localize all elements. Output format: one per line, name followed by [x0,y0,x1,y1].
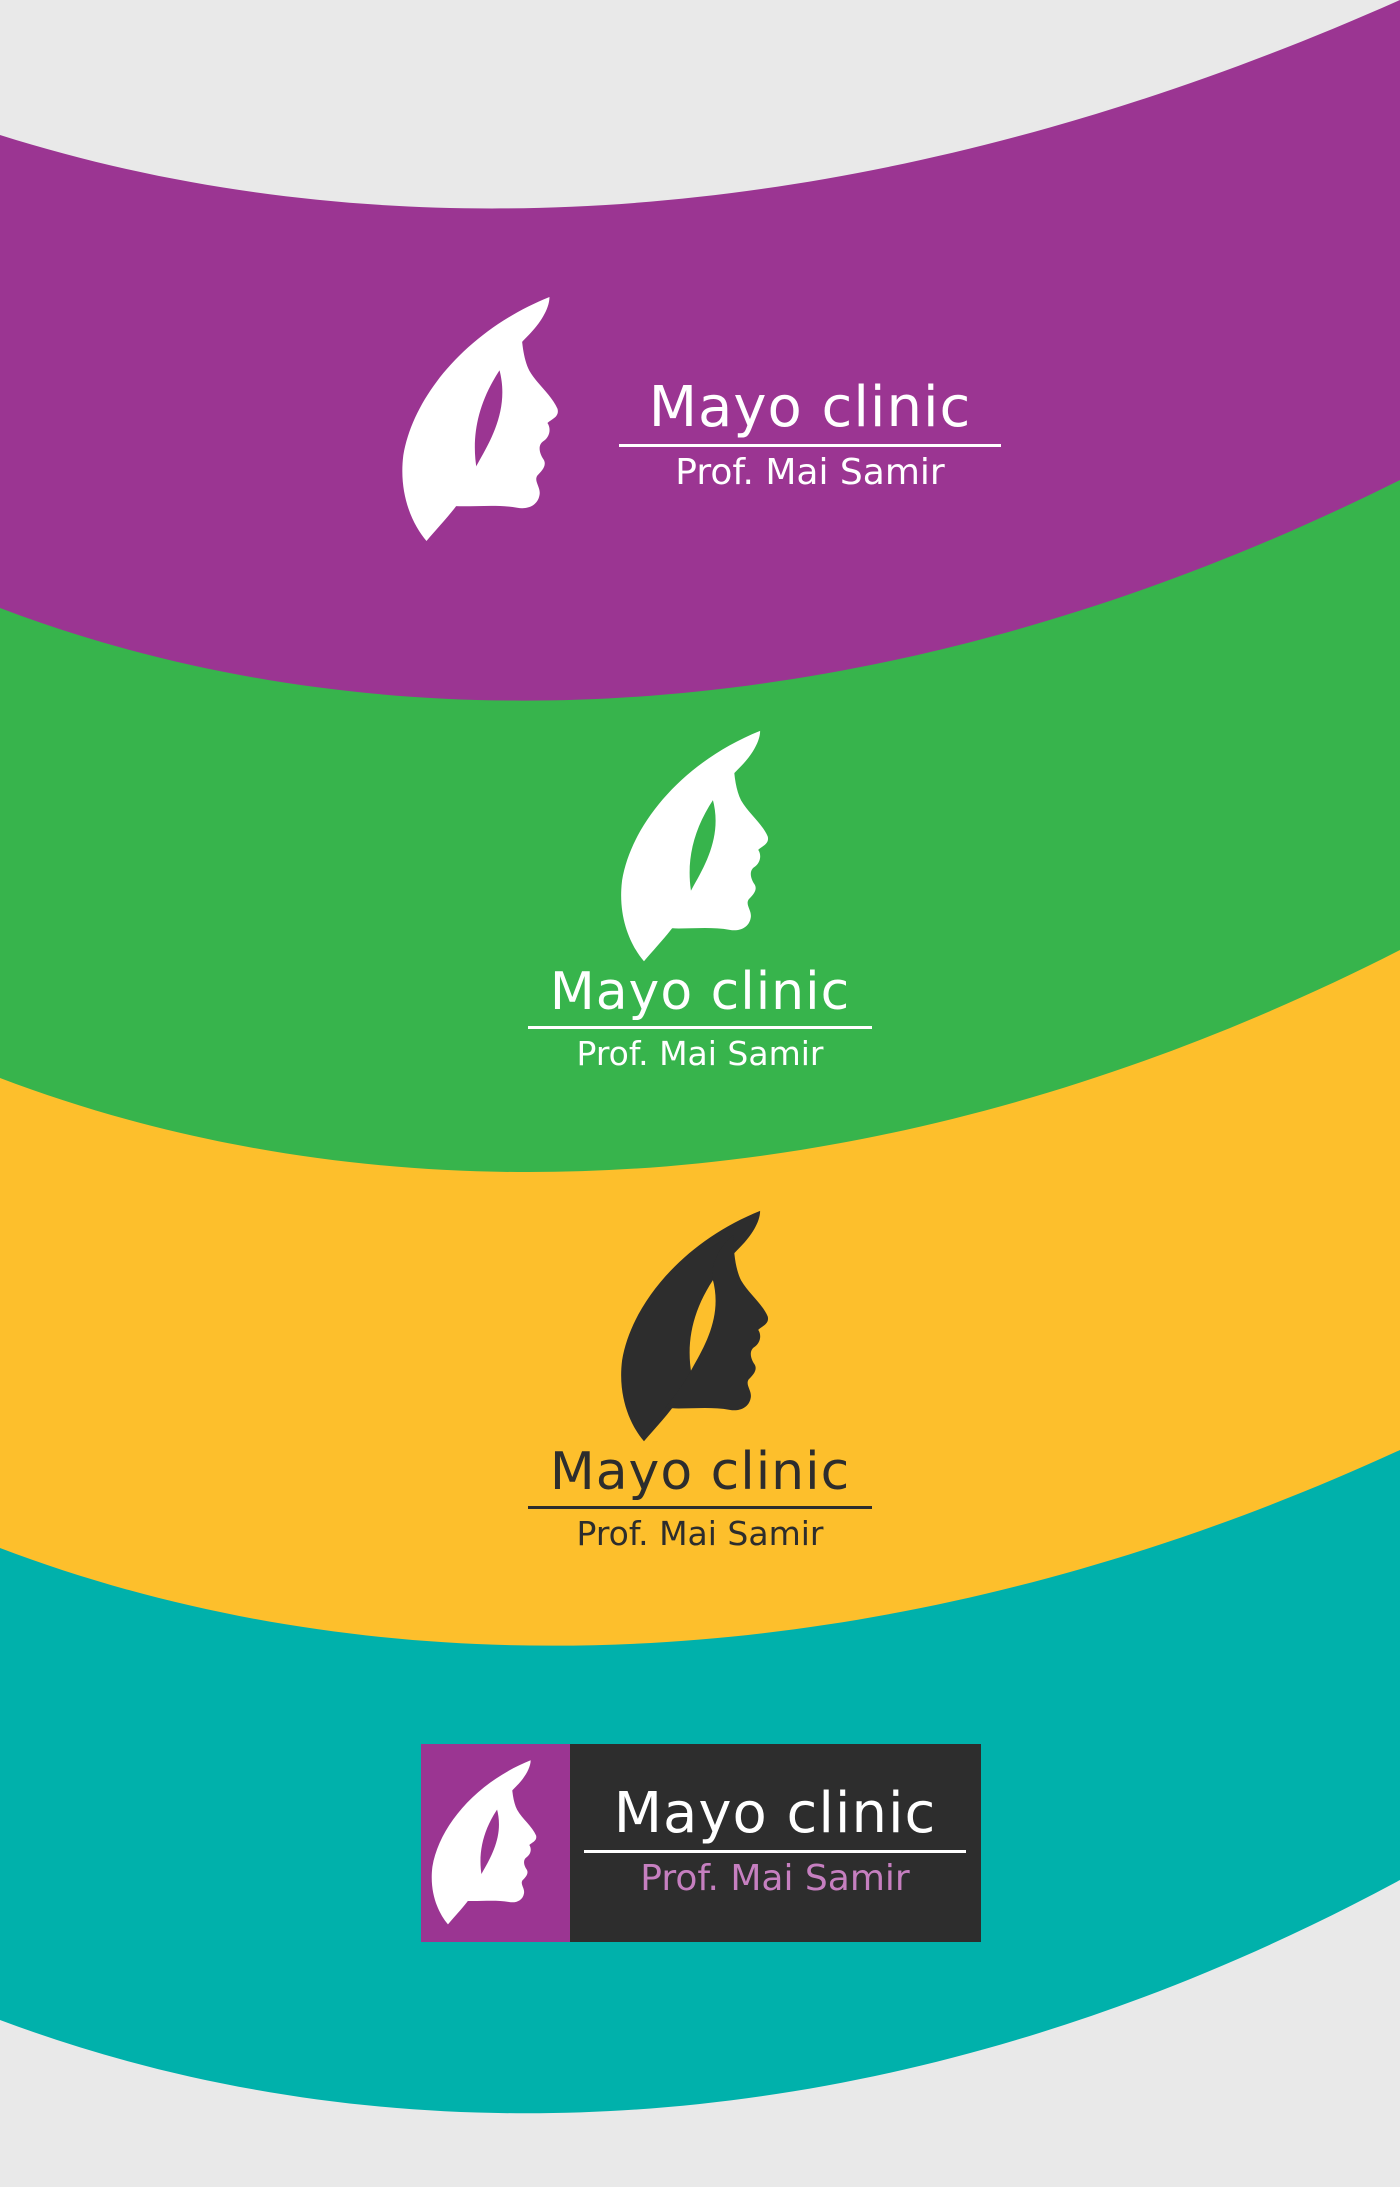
brand-subtitle: Prof. Mai Samir [576,1514,824,1553]
brand-text: Mayo clinic Prof. Mai Samir [528,1446,872,1550]
brand-divider [619,444,1001,447]
brand-subtitle: Prof. Mai Samir [675,452,945,493]
brand-text: Mayo clinic Prof. Mai Samir [619,380,1001,491]
leaf-face-icon [429,1758,551,1928]
brand-title: Mayo clinic [648,375,972,440]
brand-divider [528,1026,872,1029]
leaf-face-icon [617,728,789,966]
brand-title: Mayo clinic [613,1781,937,1846]
brand-subtitle: Prof. Mai Samir [640,1858,910,1899]
brand-divider [528,1506,872,1509]
brand-text: Mayo clinic Prof. Mai Samir [584,1786,966,1897]
brand-text: Mayo clinic Prof. Mai Samir [528,966,872,1070]
brand-title: Mayo clinic [549,1442,851,1502]
logo-text-panel: Mayo clinic Prof. Mai Samir [570,1744,981,1942]
logo-mark-panel [421,1744,570,1942]
leaf-face-icon [398,294,580,546]
leaf-face-icon [617,1208,789,1446]
brand-divider [584,1850,966,1853]
boxed-logo: Mayo clinic Prof. Mai Samir [421,1744,981,1942]
brand-title: Mayo clinic [549,962,851,1022]
brand-subtitle: Prof. Mai Samir [576,1034,824,1073]
